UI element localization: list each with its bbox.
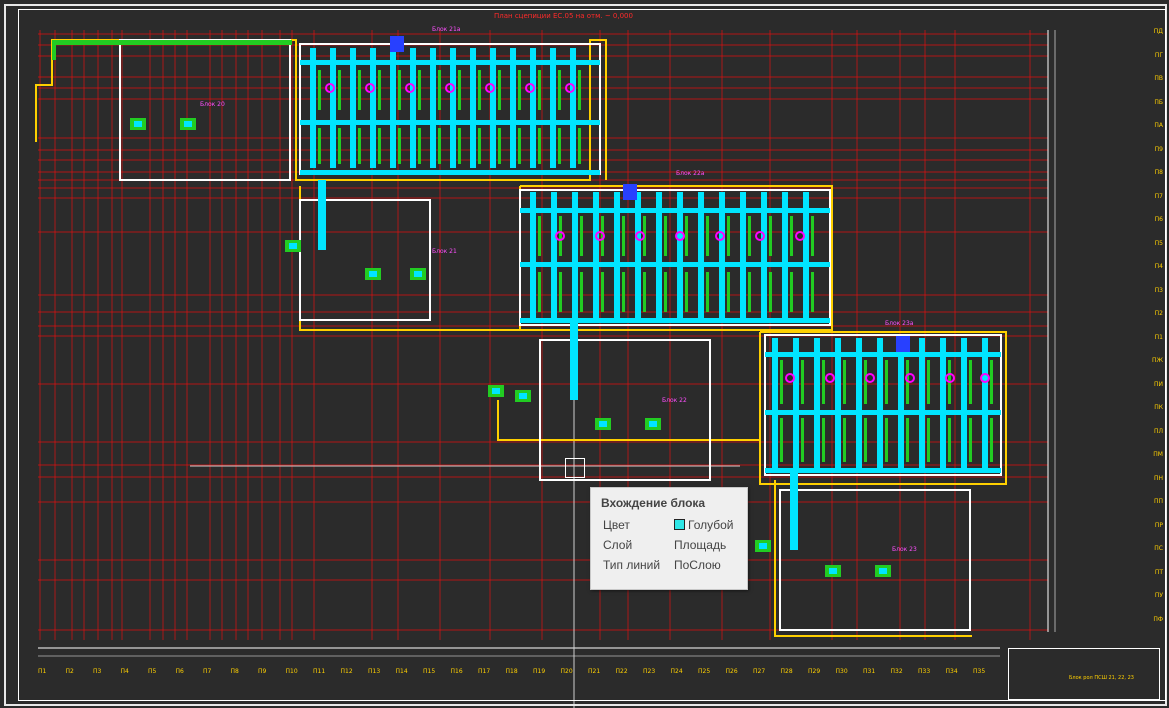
- column-axis-label: П1: [38, 668, 47, 675]
- row-axis-label: П1: [1154, 333, 1163, 341]
- column-axis-label: П20: [560, 668, 573, 675]
- tooltip-color-value: Голубой: [674, 518, 734, 532]
- title-block-text: Блок рол ПСШ 21, 22, 23: [1069, 675, 1134, 681]
- column-axis-label: П24: [670, 668, 683, 675]
- column-axis-label: П2: [65, 668, 74, 675]
- block-label: Блок 23а: [885, 320, 914, 327]
- row-axis-label: ПЖ: [1152, 357, 1163, 364]
- row-axis-label: ПТ: [1154, 568, 1163, 576]
- column-axis-label: П16: [450, 668, 463, 675]
- column-axis-label: П10: [285, 668, 298, 675]
- column-axis-label: П27: [753, 668, 766, 675]
- column-axis-label: П9: [258, 668, 267, 675]
- block-label: Блок 21: [432, 248, 457, 255]
- column-axis-label: П12: [340, 668, 353, 675]
- row-axis-label: ПГ: [1154, 51, 1163, 59]
- column-axis-label: П32: [890, 668, 903, 675]
- row-axis-label: ПД: [1153, 28, 1163, 35]
- column-axis-label: П5: [148, 668, 157, 675]
- column-axis-label: П8: [230, 668, 239, 675]
- row-axis-label: ПА: [1154, 122, 1163, 129]
- row-axis-label: ПН: [1153, 474, 1163, 482]
- title-block: Блок рол ПСШ 21, 22, 23: [1008, 648, 1160, 700]
- row-axis-label: П8: [1154, 169, 1163, 176]
- column-axis-label: П35: [973, 668, 986, 675]
- tooltip-layer-value: Площадь: [674, 538, 727, 552]
- row-axis-label: ПМ: [1153, 451, 1163, 458]
- row-axis-label: П5: [1154, 239, 1163, 247]
- column-axis-label: П22: [615, 668, 628, 675]
- row-axis-label: ПИ: [1154, 380, 1163, 388]
- column-axis-label: П6: [175, 668, 184, 675]
- column-axis-label: П30: [835, 668, 848, 675]
- column-axis-label: П15: [423, 668, 436, 675]
- crosshair-pickbox: [565, 458, 585, 478]
- column-axis-label: П21: [588, 668, 601, 675]
- tooltip-layer-label: Слой: [603, 538, 633, 552]
- column-axis-label: П3: [93, 668, 102, 675]
- row-axis-label: П9: [1154, 145, 1163, 153]
- row-axis-label: ПК: [1154, 404, 1163, 411]
- column-axis-label: П18: [505, 668, 518, 675]
- row-axis-label: ПП: [1153, 498, 1163, 505]
- block-label: Блок 20: [200, 101, 225, 108]
- block-label: Блок 22: [662, 397, 687, 404]
- tooltip-linetype-value: ПоСлою: [674, 558, 721, 572]
- column-axis-label: П4: [120, 668, 129, 675]
- column-axis-label: П28: [780, 668, 793, 675]
- row-axis-label: П3: [1154, 286, 1163, 294]
- column-axis-label: П23: [643, 668, 656, 675]
- row-axis-label: ПС: [1154, 545, 1163, 552]
- block-label: Блок 21а: [432, 26, 461, 33]
- column-axis-label: П26: [725, 668, 738, 675]
- tooltip-linetype-label: Тип линий: [603, 558, 661, 572]
- column-axis-label: П31: [863, 668, 876, 675]
- row-axis-label: П7: [1154, 192, 1163, 200]
- column-axis-label: П25: [698, 668, 711, 675]
- row-axis-label: ПБ: [1154, 98, 1163, 106]
- row-axis-label: ПУ: [1154, 592, 1163, 599]
- column-axis-label: П33: [918, 668, 931, 675]
- block-reference-tooltip: Вхождение блока Цвет Голубой Слой Площад…: [590, 487, 748, 590]
- row-axis-label: ПВ: [1154, 75, 1163, 82]
- color-swatch-icon: [674, 519, 685, 530]
- tooltip-color-text: Голубой: [688, 518, 734, 532]
- cad-drawing-canvas[interactable]: План сцепиции ЕС.05 на отм. ~ 0,000 Блок…: [0, 0, 1169, 708]
- row-axis-label: ПР: [1154, 521, 1163, 529]
- column-axis-label: П11: [313, 668, 326, 675]
- block-label: Блок 23: [892, 546, 917, 553]
- row-axis-label: П6: [1154, 216, 1163, 223]
- row-axis-label: П4: [1154, 263, 1163, 270]
- block-label: Блок 22а: [676, 170, 705, 177]
- tooltip-color-label: Цвет: [603, 518, 630, 532]
- column-axis-label: П13: [368, 668, 381, 675]
- column-axis-label: П17: [478, 668, 491, 675]
- row-axis-label: ПФ: [1153, 615, 1163, 623]
- column-axis-label: П29: [808, 668, 821, 675]
- column-axis-label: П7: [203, 668, 212, 675]
- column-axis-label: П34: [945, 668, 958, 675]
- row-axis-label: П2: [1154, 310, 1163, 317]
- row-axis-label: ПЛ: [1153, 427, 1163, 435]
- inner-frame: [18, 9, 1166, 701]
- column-axis-label: П14: [395, 668, 408, 675]
- tooltip-title: Вхождение блока: [601, 496, 706, 510]
- plan-title: План сцепиции ЕС.05 на отм. ~ 0,000: [494, 12, 633, 20]
- column-axis-label: П19: [533, 668, 546, 675]
